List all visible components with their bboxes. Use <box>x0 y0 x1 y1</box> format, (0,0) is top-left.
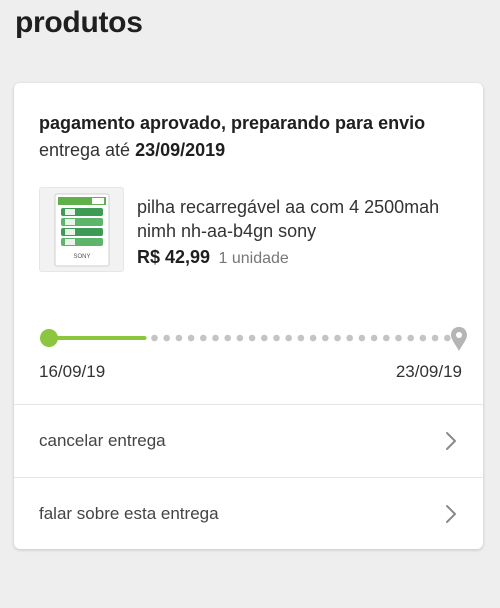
talk-about-delivery-button[interactable]: falar sobre esta entrega <box>14 477 483 549</box>
route-dot <box>431 334 439 342</box>
route-dot <box>309 334 317 342</box>
route-dot <box>407 334 415 342</box>
cancel-delivery-label: cancelar entrega <box>39 431 166 450</box>
route-dot <box>248 334 256 342</box>
route-dot <box>444 334 451 342</box>
route-dot <box>297 334 305 342</box>
order-card: pagamento aprovado, preparando para envi… <box>14 83 483 549</box>
route-dot <box>334 334 341 342</box>
route-dot <box>236 334 244 342</box>
end-date: 23/09/19 <box>395 362 462 381</box>
route-dot <box>200 334 207 342</box>
route-dot <box>358 334 366 342</box>
route-dot <box>151 334 158 342</box>
destination-pin-icon <box>451 327 467 351</box>
page-title: produtos <box>15 6 143 39</box>
route-dot <box>370 334 378 342</box>
start-date: 16/09/19 <box>39 362 106 381</box>
remaining-route-dots <box>151 334 451 342</box>
route-dot <box>224 334 231 342</box>
route-dot <box>322 334 329 342</box>
route-dot <box>395 334 402 342</box>
route-dot <box>163 334 170 342</box>
delivery-date: 23/09/2019 <box>135 140 226 160</box>
brand-logo: SONY <box>73 254 90 260</box>
route-dot <box>187 334 195 342</box>
start-point <box>40 329 58 347</box>
route-dot <box>212 334 219 342</box>
product-quantity: 1 unidade <box>218 250 289 267</box>
route-dot <box>419 334 427 342</box>
delivery-progress-tracker <box>40 327 467 351</box>
chevron-right-icon <box>446 505 456 523</box>
route-dot <box>383 334 390 342</box>
route-dot <box>285 334 292 342</box>
price-row: R$ 42,99 1 unidade <box>137 247 289 268</box>
route-dot <box>346 334 354 342</box>
route-dot <box>273 334 280 342</box>
delivery-prefix: entrega até <box>39 140 131 160</box>
chevron-right-icon <box>446 432 456 450</box>
route-dot <box>175 334 183 342</box>
cancel-delivery-button[interactable]: cancelar entrega <box>14 404 483 477</box>
product-price: R$ 42,99 <box>137 247 211 267</box>
route-dot <box>261 334 268 342</box>
product-image[interactable]: SONY <box>39 187 124 272</box>
order-status: pagamento aprovado, preparando para envi… <box>39 113 426 133</box>
battery-pack-image: SONY <box>54 193 109 266</box>
delivery-estimate: entrega até 23/09/2019 <box>39 140 225 161</box>
product-name[interactable]: pilha recarregável aa com 4 2500mah nimh… <box>137 195 457 243</box>
talk-about-delivery-label: falar sobre esta entrega <box>39 504 219 523</box>
